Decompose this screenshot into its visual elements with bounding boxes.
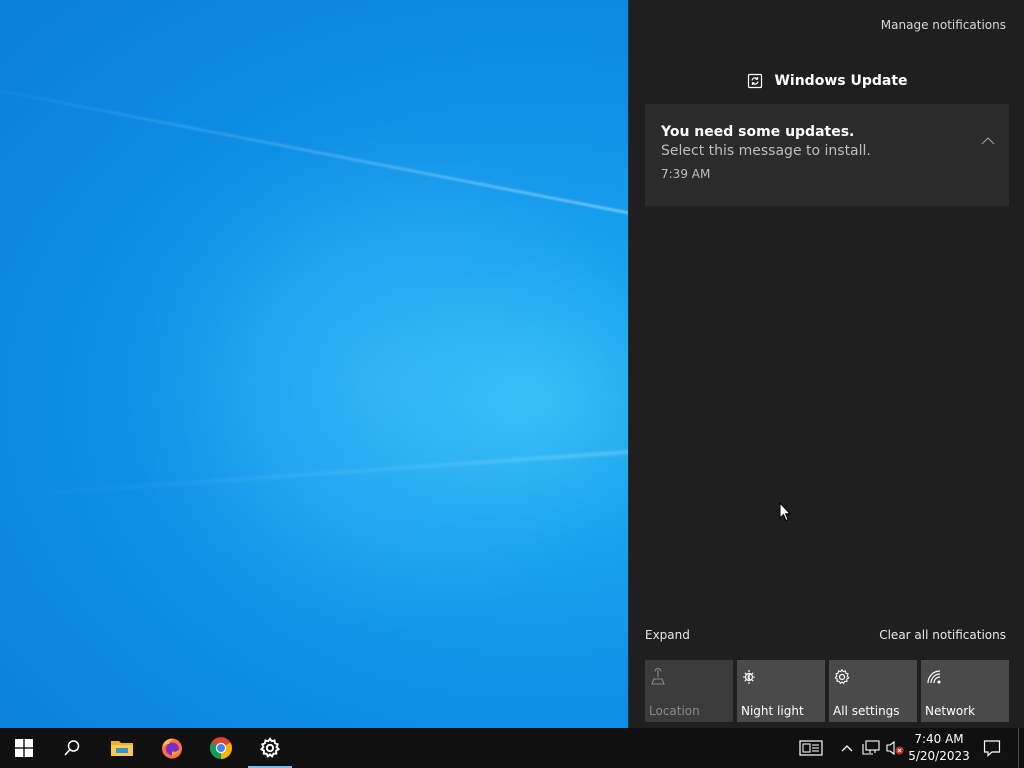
search-button[interactable] xyxy=(48,728,96,768)
quick-actions: Location Night light All settings Networ… xyxy=(645,660,1009,722)
notification-time: 7:39 AM xyxy=(661,167,711,181)
quick-action-all-settings[interactable]: All settings xyxy=(829,660,917,722)
taskbar: 7:40 AM 5/20/2023 xyxy=(0,728,1024,768)
firefox-icon xyxy=(162,738,182,759)
quick-action-network[interactable]: Network xyxy=(921,660,1009,722)
action-center-panel: Manage notifications Windows Update You … xyxy=(628,0,1024,728)
news-icon xyxy=(799,740,823,756)
taskbar-file-explorer[interactable] xyxy=(98,728,146,768)
windows-logo-icon xyxy=(15,739,33,757)
notification-body: Select this message to install. xyxy=(661,143,871,159)
notification-group-header[interactable]: Windows Update xyxy=(629,72,1024,90)
manage-notifications-link[interactable]: Manage notifications xyxy=(881,18,1006,32)
quick-action-label: Location xyxy=(649,704,700,718)
folder-icon xyxy=(111,741,133,756)
windows-update-icon xyxy=(748,73,763,89)
quick-action-label: Network xyxy=(925,704,976,718)
taskbar-firefox[interactable] xyxy=(148,728,196,768)
desktop-background[interactable] xyxy=(0,0,628,728)
notification-title: You need some updates. xyxy=(661,124,855,140)
chrome-icon xyxy=(210,737,232,759)
notification-group-title: Windows Update xyxy=(774,73,908,89)
show-desktop-button[interactable] xyxy=(1019,728,1024,768)
volume-muted-icon xyxy=(886,740,904,756)
taskbar-clock[interactable]: 7:40 AM 5/20/2023 xyxy=(907,728,971,768)
chevron-up-icon[interactable] xyxy=(981,136,995,146)
network-tray-button[interactable] xyxy=(860,728,882,768)
ethernet-icon xyxy=(862,740,880,755)
start-button[interactable] xyxy=(0,728,48,768)
quick-action-label: All settings xyxy=(833,704,900,718)
gear-icon xyxy=(834,668,850,685)
quick-action-label: Night light xyxy=(741,704,804,718)
taskbar-chrome[interactable] xyxy=(197,728,245,768)
clock-time: 7:40 AM xyxy=(914,732,964,746)
volume-tray-button[interactable] xyxy=(884,728,906,768)
quick-action-location[interactable]: Location xyxy=(645,660,733,722)
notification-card[interactable]: You need some updates. Select this messa… xyxy=(645,104,1009,206)
taskbar-settings[interactable] xyxy=(246,728,294,768)
search-icon xyxy=(64,740,80,756)
clear-all-notifications-link[interactable]: Clear all notifications xyxy=(879,628,1006,642)
clock-date: 5/20/2023 xyxy=(908,749,970,763)
network-icon xyxy=(927,670,941,684)
notification-icon xyxy=(983,740,1001,757)
gear-icon xyxy=(259,737,281,758)
news-widget-button[interactable] xyxy=(795,728,827,768)
action-center-button[interactable] xyxy=(976,728,1008,768)
location-icon xyxy=(651,668,665,685)
show-hidden-icons-button[interactable] xyxy=(838,728,856,768)
chevron-up-icon xyxy=(841,745,853,752)
expand-link[interactable]: Expand xyxy=(645,628,690,642)
mouse-cursor-icon xyxy=(779,502,791,522)
quick-action-night-light[interactable]: Night light xyxy=(737,660,825,722)
night-light-icon xyxy=(743,670,755,684)
